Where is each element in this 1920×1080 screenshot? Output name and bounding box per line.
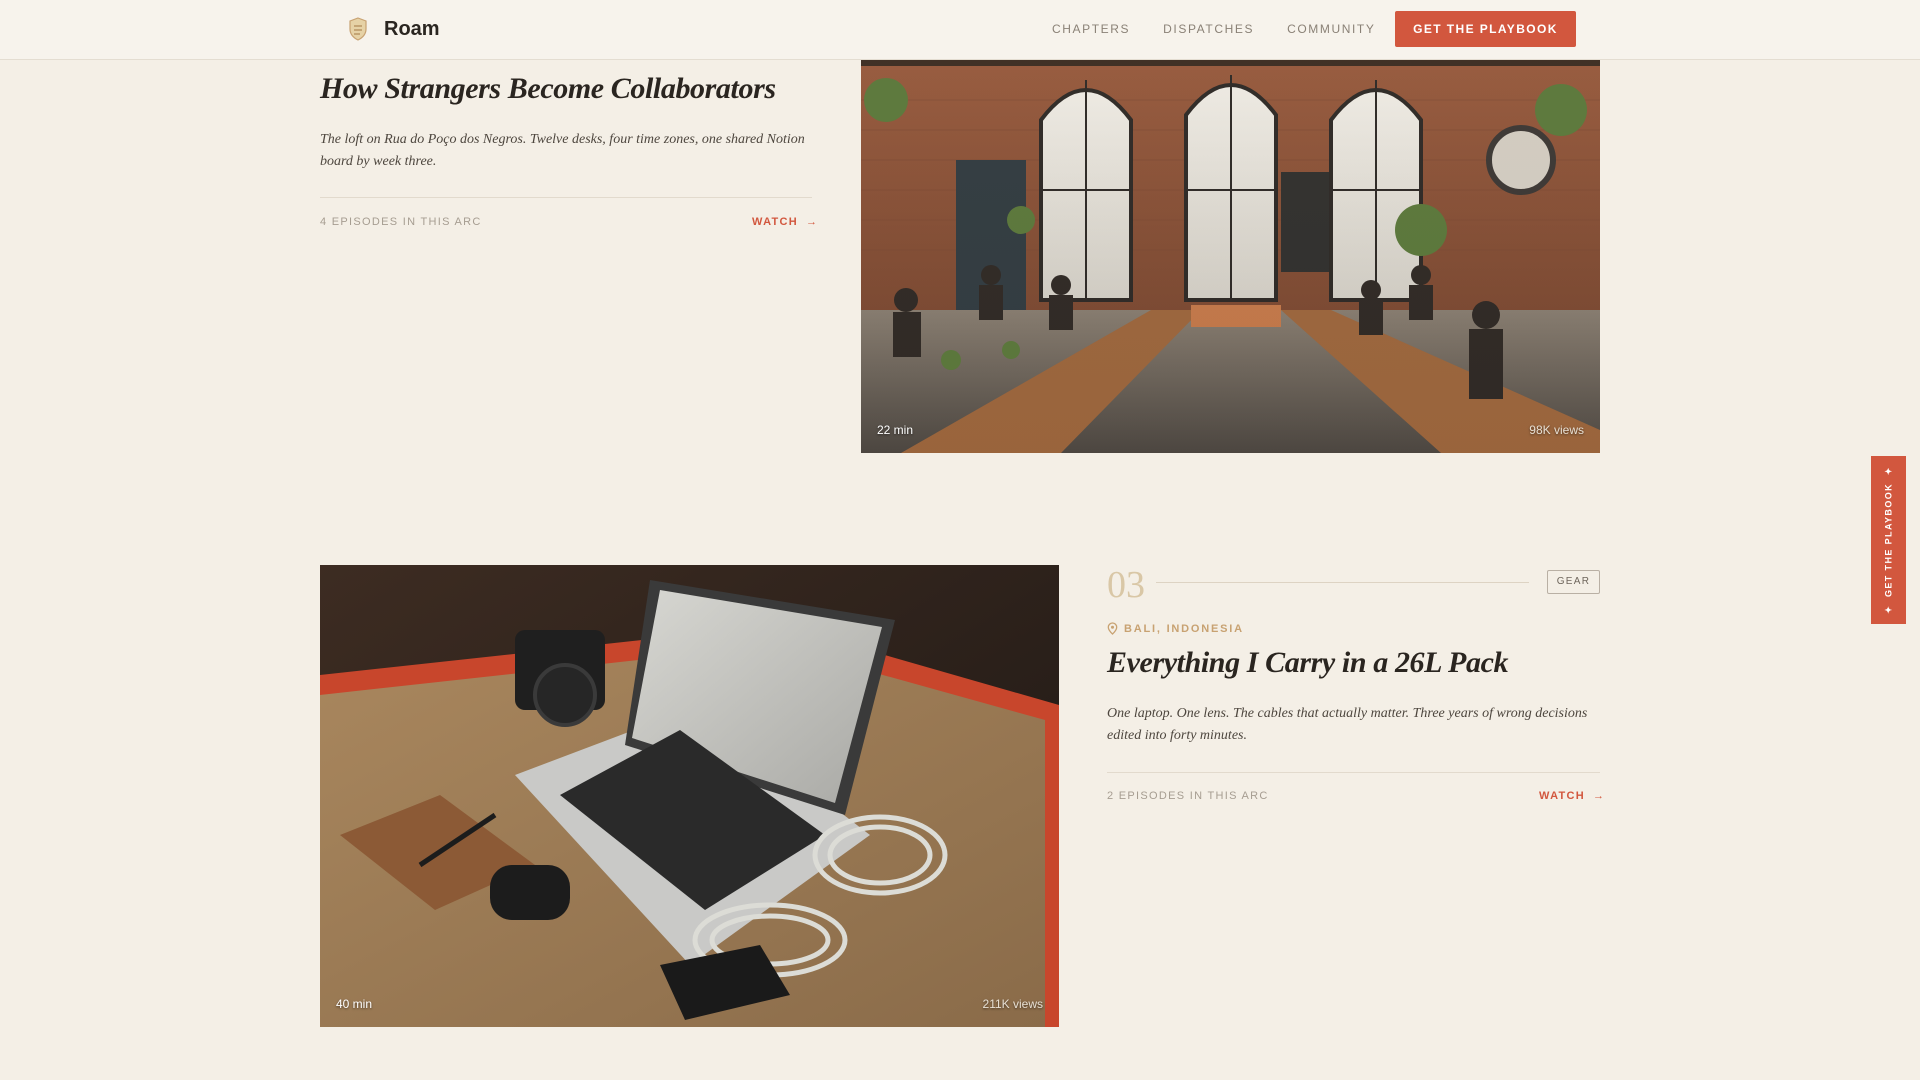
- brand[interactable]: Roam: [348, 17, 440, 41]
- story-description: One laptop. One lens. The cables that ac…: [1107, 706, 1588, 743]
- gear-flatlay-photo: [320, 565, 1059, 1027]
- nav-chapters[interactable]: CHAPTERS: [1052, 22, 1130, 36]
- watch-label: WATCH: [752, 216, 799, 228]
- category-tag[interactable]: GEAR: [1547, 570, 1600, 594]
- side-tab-text: GET THE PLAYBOOK: [1883, 482, 1893, 598]
- video-duration: 40 min: [336, 997, 373, 1011]
- location-label: BALI, INDONESIA: [1124, 622, 1244, 635]
- story-title[interactable]: How Strangers Become Collaborators: [320, 72, 776, 106]
- video-duration: 22 min: [877, 423, 914, 437]
- map-pin-icon: [1107, 622, 1118, 635]
- watch-label: WATCH: [1539, 790, 1586, 802]
- divider: [320, 197, 812, 198]
- side-tab-label: ✦ GET THE PLAYBOOK ✦: [1883, 466, 1893, 614]
- get-playbook-button[interactable]: GET THE PLAYBOOK: [1395, 11, 1576, 47]
- arrow-right-icon: →: [806, 216, 819, 228]
- divider: [1107, 772, 1600, 773]
- main-nav: CHAPTERS DISPATCHES COMMUNITY: [1052, 22, 1408, 36]
- side-playbook-tab[interactable]: ✦ GET THE PLAYBOOK ✦: [1871, 456, 1906, 624]
- site-header: Roam CHAPTERS DISPATCHES COMMUNITY GET T…: [0, 0, 1920, 60]
- location: BALI, INDONESIA: [1107, 622, 1244, 635]
- arrow-right-icon: →: [1593, 790, 1606, 802]
- story-title[interactable]: Everything I Carry in a 26L Pack: [1107, 646, 1508, 680]
- brand-name: Roam: [384, 17, 440, 40]
- coworking-loft-photo: [861, 60, 1600, 453]
- video-thumbnail-coworking[interactable]: 22 min 98K views: [861, 60, 1600, 453]
- nav-dispatches[interactable]: DISPATCHES: [1163, 22, 1254, 36]
- chapter-number: 03: [1107, 564, 1145, 606]
- view-count: 98K views: [1529, 423, 1584, 437]
- watch-link[interactable]: WATCH →: [752, 216, 818, 228]
- chapter-divider: [1156, 582, 1529, 583]
- watch-link[interactable]: WATCH →: [1539, 790, 1605, 802]
- view-count: 211K views: [982, 997, 1043, 1011]
- story-description: The loft on Rua do Poço dos Negros. Twel…: [320, 132, 805, 169]
- video-thumbnail-gear[interactable]: 40 min 211K views: [320, 565, 1059, 1027]
- arc-count: 4 EPISODES IN THIS ARC: [320, 216, 482, 228]
- arc-count: 2 EPISODES IN THIS ARC: [1107, 790, 1269, 802]
- nav-community[interactable]: COMMUNITY: [1287, 22, 1375, 36]
- roam-logo-icon: [349, 17, 367, 41]
